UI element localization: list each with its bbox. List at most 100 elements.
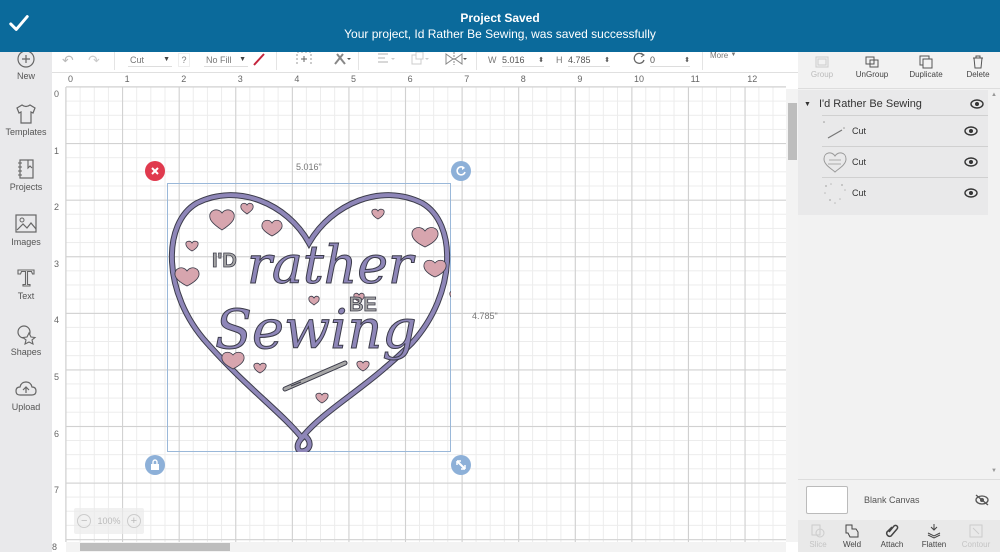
- notebook-icon: [18, 159, 34, 179]
- action-label: Delete: [966, 70, 990, 79]
- rotate-icon: [633, 52, 645, 64]
- action-label: Weld: [842, 540, 862, 549]
- sidebar-label: Images: [11, 237, 41, 247]
- attach-button[interactable]: Attach: [872, 523, 912, 549]
- close-icon: [151, 167, 159, 175]
- chevron-down-icon: ▼: [163, 56, 170, 63]
- ungroup-button[interactable]: UnGroup: [850, 55, 894, 79]
- weld-button[interactable]: Weld: [832, 523, 872, 549]
- width-input[interactable]: 5.016 ⬍: [502, 53, 544, 67]
- chevron-down-icon: ▼: [239, 56, 246, 63]
- eye-icon[interactable]: [964, 188, 978, 198]
- rotate-handle[interactable]: [451, 161, 471, 181]
- canvas-vertical-scrollbar[interactable]: [786, 89, 798, 542]
- hearts-thumbnail-icon: [824, 183, 846, 204]
- select-all-icon[interactable]: [296, 51, 312, 65]
- sidebar-label: New: [16, 71, 35, 81]
- ruler-top-label: 7: [464, 74, 470, 84]
- sidebar-label: Templates: [5, 127, 47, 137]
- align-icon[interactable]: [376, 51, 398, 65]
- image-icon: [15, 214, 37, 233]
- sidebar-item-images[interactable]: Images: [0, 213, 52, 247]
- ruler-left-label: 3: [54, 258, 60, 269]
- eye-hidden-icon[interactable]: [974, 494, 990, 506]
- layers-scrollbar[interactable]: ▲ ▼: [988, 90, 1000, 480]
- zoom-in-button[interactable]: +: [126, 514, 141, 528]
- design-artwork[interactable]: I'D rather BE Sewing: [167, 183, 451, 452]
- layer-item[interactable]: Cut: [822, 146, 988, 177]
- ruler-top-label: 12: [747, 74, 758, 84]
- help-button[interactable]: ?: [178, 53, 190, 67]
- sidebar-label: Upload: [11, 402, 41, 412]
- ruler-top-label: 9: [577, 74, 583, 84]
- eye-icon[interactable]: [964, 157, 978, 167]
- layer-item[interactable]: Cut: [822, 177, 988, 208]
- design-text-sewing: Sewing: [215, 298, 417, 361]
- ruler-top-label: 4: [294, 74, 300, 84]
- action-label: Flatten: [921, 540, 947, 549]
- contour-icon: [969, 524, 983, 538]
- sidebar-item-new[interactable]: New: [0, 49, 52, 81]
- stepper-icon: ⬍: [604, 56, 610, 64]
- ruler-left-label: 2: [54, 202, 60, 213]
- selection-width-label: 5.016": [296, 162, 322, 172]
- needle-graphic: [282, 360, 348, 392]
- layer-label: Cut: [852, 188, 867, 198]
- arrange-icon[interactable]: [410, 51, 432, 65]
- fill-select[interactable]: No Fill ▼: [204, 53, 248, 67]
- sidebar-item-text[interactable]: Text: [0, 267, 52, 301]
- canvas-horizontal-scrollbar[interactable]: [66, 542, 786, 552]
- delete-handle[interactable]: [145, 161, 165, 181]
- flatten-button[interactable]: Flatten: [914, 523, 954, 549]
- linecolor-swatch-icon[interactable]: [252, 52, 266, 66]
- layers-panel: Group UnGroup Duplicate Delete ▼ I'd Rat…: [798, 45, 1000, 552]
- zoom-level: 100%: [97, 516, 121, 526]
- group-name: I'd Rather Be Sewing: [818, 98, 922, 110]
- ruler-left-label: 4: [54, 315, 60, 326]
- sidebar-item-shapes[interactable]: Shapes: [0, 323, 52, 357]
- ruler-left-label: 0: [54, 89, 60, 99]
- scroll-thumb[interactable]: [80, 543, 230, 551]
- flip-icon[interactable]: [444, 51, 468, 65]
- scroll-down-icon: ▼: [991, 468, 997, 474]
- layer-group[interactable]: ▼ I'd Rather Be Sewing: [804, 95, 984, 113]
- toast-title: Project Saved: [460, 11, 540, 25]
- sidebar-item-upload[interactable]: Upload: [0, 378, 52, 412]
- scroll-thumb[interactable]: [788, 103, 797, 160]
- rotate-input[interactable]: 0 ⬍: [650, 53, 690, 67]
- delete-button[interactable]: Delete: [956, 55, 1000, 79]
- resize-handle[interactable]: [451, 455, 471, 475]
- height-input[interactable]: 4.785 ⬍: [568, 53, 610, 67]
- zoom-out-button[interactable]: −: [77, 514, 92, 528]
- duplicate-button[interactable]: Duplicate: [904, 55, 948, 79]
- sidebar-item-projects[interactable]: Projects: [0, 158, 52, 192]
- width-label: W: [488, 55, 497, 65]
- canvas-label: Blank Canvas: [864, 495, 920, 505]
- lock-handle[interactable]: [145, 455, 165, 475]
- ruler-left-label: 1: [54, 145, 60, 156]
- trash-icon: [973, 55, 983, 69]
- action-label: UnGroup: [855, 70, 889, 79]
- linetype-select[interactable]: Cut ▼: [128, 53, 172, 67]
- design-canvas[interactable]: 0 1 2 3 4 5 6 7 8 9 10 11 12 01234567 5.016" 4.785": [52, 73, 786, 542]
- redo-icon[interactable]: ↷: [88, 52, 100, 68]
- plus-circle-icon: [17, 50, 35, 68]
- ruler-left-label: 6: [54, 428, 60, 439]
- heart-text-thumbnail-icon: [823, 152, 847, 173]
- group-button[interactable]: Group: [800, 55, 844, 79]
- canvas-color-swatch[interactable]: [806, 486, 848, 514]
- eye-icon[interactable]: [970, 99, 984, 109]
- slice-icon: [811, 524, 825, 538]
- ungroup-icon: [865, 56, 879, 68]
- fill-value: No Fill: [206, 54, 232, 65]
- undo-icon[interactable]: ↶: [62, 52, 74, 68]
- layer-item[interactable]: Cut: [822, 115, 988, 146]
- sidebar-item-templates[interactable]: Templates: [0, 103, 52, 137]
- paperclip-icon: [885, 524, 899, 538]
- edit-icon[interactable]: [332, 51, 352, 65]
- eye-icon[interactable]: [964, 126, 978, 136]
- stepper-icon: ⬍: [538, 56, 544, 64]
- ruler-top-label: 6: [407, 74, 413, 84]
- lock-icon: [151, 459, 159, 470]
- contour-button[interactable]: Contour: [956, 523, 996, 549]
